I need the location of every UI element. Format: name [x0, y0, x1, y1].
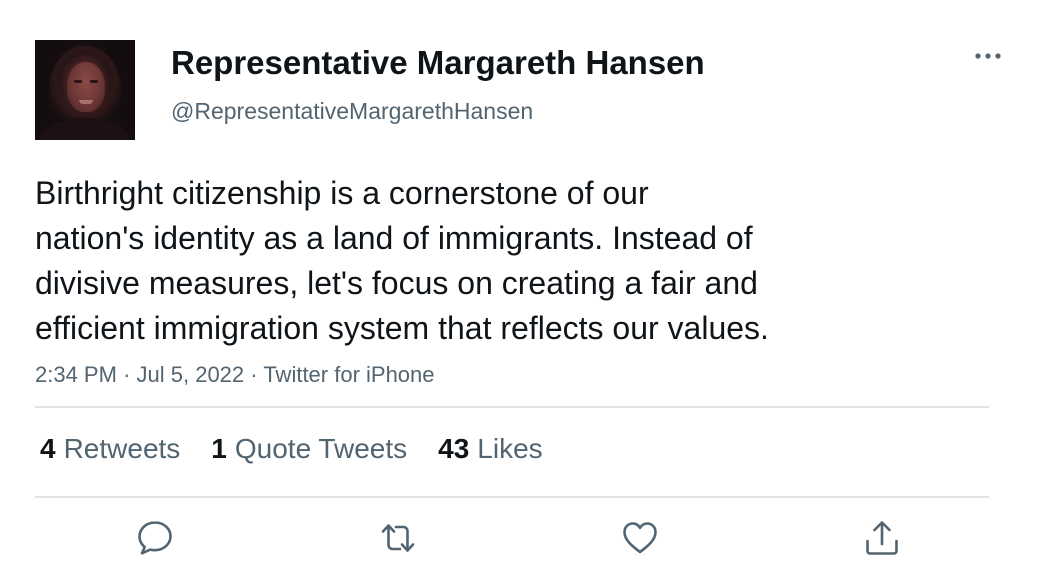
tweet-date: Jul 5, 2022 [136, 362, 245, 387]
retweets-stat[interactable]: 4 Retweets [40, 432, 180, 466]
divider [35, 406, 989, 408]
share-button[interactable] [862, 518, 902, 558]
quote-tweets-label: Quote Tweets [234, 433, 408, 464]
tweet-time-link[interactable]: 2:34 PM · Jul 5, 2022 [35, 362, 244, 387]
reply-bubble-icon [135, 518, 175, 558]
author-handle[interactable]: @RepresentativeMargarethHansen [171, 97, 533, 125]
quote-tweets-count: 1 [211, 433, 227, 464]
retweets-label: Retweets [63, 433, 181, 464]
tweet-time: 2:34 PM [35, 362, 117, 387]
like-button[interactable] [620, 518, 660, 558]
retweet-button[interactable] [378, 518, 418, 558]
tweet-detail: Representative Margareth Hansen @Represe… [0, 0, 1050, 570]
retweets-count: 4 [40, 433, 56, 464]
heart-icon [620, 518, 660, 558]
likes-stat[interactable]: 43 Likes [438, 432, 543, 466]
tweet-text: Birthright citizenship is a cornerstone … [35, 175, 769, 346]
meta-separator: · [123, 362, 131, 387]
share-upload-icon [862, 518, 902, 558]
avatar[interactable] [35, 40, 135, 140]
author-name[interactable]: Representative Margareth Hansen [171, 44, 705, 82]
likes-count: 43 [438, 433, 470, 464]
tweet-source-link[interactable]: Twitter for iPhone [263, 362, 434, 387]
meta-separator: · [250, 362, 258, 387]
more-options-button[interactable] [971, 46, 1005, 66]
likes-label: Likes [477, 433, 543, 464]
reply-button[interactable] [135, 518, 175, 558]
more-horizontal-icon [971, 46, 1005, 66]
retweet-icon [378, 518, 418, 558]
quote-tweets-stat[interactable]: 1 Quote Tweets [211, 432, 407, 466]
divider [35, 496, 989, 498]
tweet-meta: 2:34 PM · Jul 5, 2022 · Twitter for iPho… [35, 362, 435, 388]
tweet-stats: 4 Retweets 1 Quote Tweets 43 Likes [40, 432, 543, 466]
